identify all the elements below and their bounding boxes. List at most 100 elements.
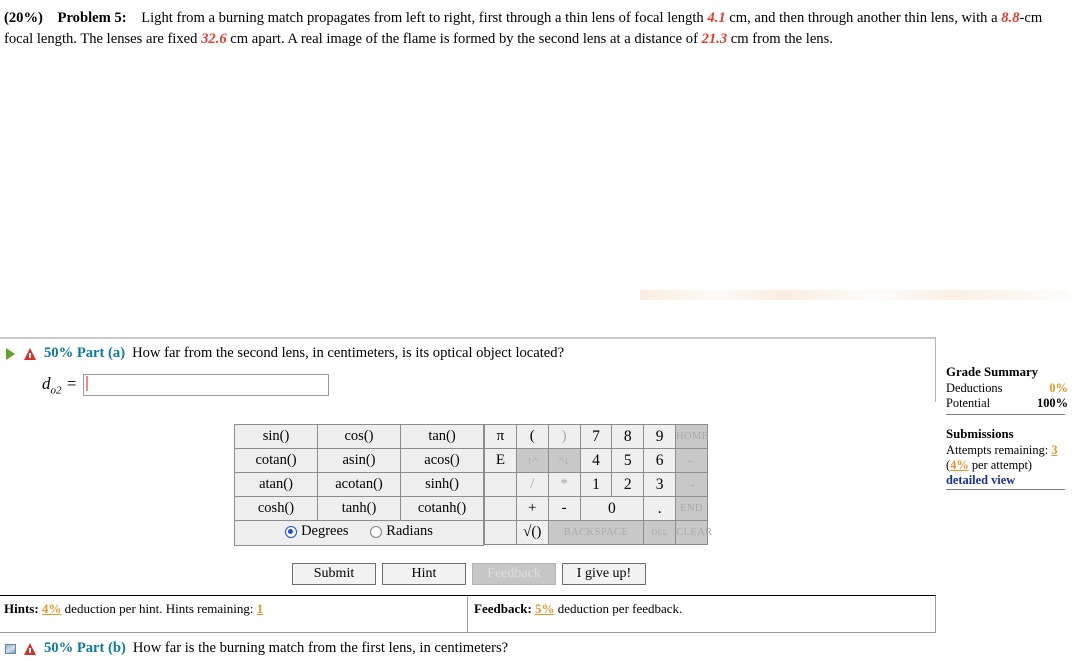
- keypad-key-end: END: [675, 496, 708, 521]
- keypad-row: √() BACKSPACE DEL CLEAR: [484, 520, 712, 545]
- keypad-key-blank: [484, 472, 517, 497]
- numeric-rows: π() 7 8 9 HOME E ↑^ ^↓ 4 5 6 ← / * 1 2 3 → + -0. END √() BACKS…: [484, 424, 712, 545]
- degrees-label: Degrees: [301, 523, 349, 540]
- attempts-row: Attempts remaining: 3: [946, 443, 1072, 458]
- trig-key-acos[interactable]: acos(): [400, 448, 484, 473]
- detailed-view-link[interactable]: detailed view: [946, 473, 1072, 488]
- scan-artifact: [640, 290, 1070, 300]
- angle-mode-cell: Degrees Radians: [234, 520, 484, 546]
- deductions-row: Deductions 0%: [946, 381, 1068, 396]
- hints-text: deduction per hint. Hints remaining:: [64, 601, 254, 616]
- keypad-key-4[interactable]: 4: [579, 448, 613, 473]
- trig-key-sinh[interactable]: sinh(): [400, 472, 484, 497]
- hints-cell: Hints: 4% deduction per hint. Hints rema…: [0, 596, 468, 632]
- lens-separation-value: 32.6: [201, 31, 227, 47]
- trig-key-asin[interactable]: asin(): [317, 448, 401, 473]
- variable-d: d: [42, 374, 51, 393]
- trig-row: atan() acotan() sinh(): [234, 472, 484, 497]
- focal-length-2-value: 8.8: [1001, 10, 1020, 26]
- variable-subscript: o2: [50, 384, 62, 397]
- keypad-row: π() 7 8 9 HOME: [484, 424, 708, 449]
- problem-title: Problem 5:: [57, 10, 127, 26]
- keypad-key-1[interactable]: 1: [579, 472, 613, 497]
- keypad-key-backspace: BACKSPACE: [547, 520, 645, 545]
- keypad-key-2[interactable]: 2: [611, 472, 645, 497]
- trig-rows: sin() cos() tan() cotan() asin() acos() atan()…: [234, 424, 484, 521]
- keypad-key-π[interactable]: π: [484, 424, 517, 449]
- keypad-key-5[interactable]: 5: [611, 448, 645, 473]
- keypad-key-clear: CLEAR: [675, 520, 712, 545]
- trig-key-tan[interactable]: tan(): [400, 424, 484, 449]
- part-b-question: How far is the burning match from the fi…: [132, 640, 509, 656]
- potential-label: Potential: [946, 396, 991, 410]
- trig-row: sin() cos() tan(): [234, 424, 484, 449]
- hint-button[interactable]: Hint: [382, 563, 466, 585]
- keypad-key-7[interactable]: 7: [579, 424, 613, 449]
- calculator-keypad: sin() cos() tan() cotan() asin() acos() atan()…: [234, 424, 712, 546]
- keypad-key-6[interactable]: 6: [643, 448, 677, 473]
- feedback-label: Feedback:: [474, 601, 532, 616]
- trig-key-acotan[interactable]: acotan(): [317, 472, 401, 497]
- keypad-key-.[interactable]: .: [643, 496, 677, 521]
- problem-text-1: Light from a burning match propagates fr…: [141, 10, 704, 26]
- keypad-key-blank[interactable]: (: [515, 424, 549, 449]
- keypad-row: / * 1 2 3 →: [484, 472, 708, 497]
- keypad-key-0[interactable]: 0: [579, 496, 645, 521]
- problem-text-5: cm from the lens.: [730, 31, 833, 47]
- give-up-button[interactable]: I give up!: [562, 563, 646, 585]
- hints-deduction-pct: 4%: [41, 601, 62, 616]
- trig-key-atan[interactable]: atan(): [234, 472, 318, 497]
- radians-radio-group[interactable]: Radians: [370, 523, 433, 540]
- deductions-label: Deductions: [946, 381, 1003, 395]
- radians-radio[interactable]: [370, 525, 383, 538]
- problem-text-2: cm, and then through another thin lens, …: [729, 10, 998, 26]
- expand-play-icon[interactable]: [4, 347, 18, 361]
- answer-input[interactable]: [83, 374, 330, 397]
- submit-button[interactable]: Submit: [292, 563, 376, 585]
- keypad-key-9[interactable]: 9: [643, 424, 677, 449]
- keypad-key-e[interactable]: E: [484, 448, 517, 473]
- part-a-panel: 50% Part (a) How far from the second len…: [0, 337, 936, 403]
- trig-key-sin[interactable]: sin(): [234, 424, 318, 449]
- degrees-radio-group[interactable]: Degrees: [285, 523, 349, 540]
- part-b-header[interactable]: 50% Part (b) How far is the burning matc…: [0, 636, 936, 659]
- part-a-weight-label: 50% Part (a): [44, 345, 126, 361]
- trig-key-tanh[interactable]: tanh(): [317, 496, 401, 521]
- feedback-cell: Feedback: 5% deduction per feedback.: [468, 596, 935, 632]
- submissions-title: Submissions: [946, 427, 1014, 441]
- collapsed-square-icon[interactable]: [4, 642, 18, 656]
- keypad-key-8[interactable]: 8: [611, 424, 645, 449]
- per-attempt-pct: 4%: [950, 458, 969, 472]
- keypad-key-←: ←: [675, 448, 708, 473]
- hints-remaining-count: 1: [256, 601, 264, 616]
- potential-row: Potential 100%: [946, 396, 1068, 411]
- degrees-radio[interactable]: [285, 525, 298, 538]
- trig-row: cotan() asin() acos(): [234, 448, 484, 473]
- submissions-divider: [946, 489, 1065, 490]
- deductions-value: 0%: [1049, 381, 1068, 395]
- keypad-key-3[interactable]: 3: [643, 472, 677, 497]
- keypad-key--[interactable]: -: [547, 496, 581, 521]
- attempts-label: Attempts remaining:: [946, 443, 1049, 457]
- part-b-weight-label: 50% Part (b): [44, 640, 126, 656]
- hints-feedback-bar: Hints: 4% deduction per hint. Hints rema…: [0, 595, 936, 633]
- trig-key-cosh[interactable]: cosh(): [234, 496, 318, 521]
- trig-key-cos[interactable]: cos(): [317, 424, 401, 449]
- keypad-key-blank: [484, 520, 517, 545]
- equals-sign: =: [65, 374, 78, 393]
- potential-value: 100%: [1037, 396, 1068, 410]
- action-buttons: Submit Hint Feedback I give up!: [292, 563, 646, 585]
- trig-function-keypad: sin() cos() tan() cotan() asin() acos() atan()…: [234, 424, 484, 546]
- text-cursor: [86, 376, 88, 391]
- trig-key-cotanh[interactable]: cotanh(): [400, 496, 484, 521]
- keypad-key-+[interactable]: +: [515, 496, 549, 521]
- feedback-deduction-pct: 5%: [535, 601, 555, 616]
- keypad-key-/: /: [515, 472, 549, 497]
- part-a-header: 50% Part (a) How far from the second len…: [0, 339, 935, 364]
- grade-summary: Grade Summary Deductions 0% Potential 10…: [946, 365, 1068, 411]
- keypad-key-↑^: ↑^: [515, 448, 549, 473]
- keypad-key-√[interactable]: √(): [515, 520, 549, 545]
- part-b-panel: 50% Part (b) How far is the burning matc…: [0, 636, 936, 659]
- keypad-row: + -0. END: [484, 496, 708, 521]
- trig-key-cotan[interactable]: cotan(): [234, 448, 318, 473]
